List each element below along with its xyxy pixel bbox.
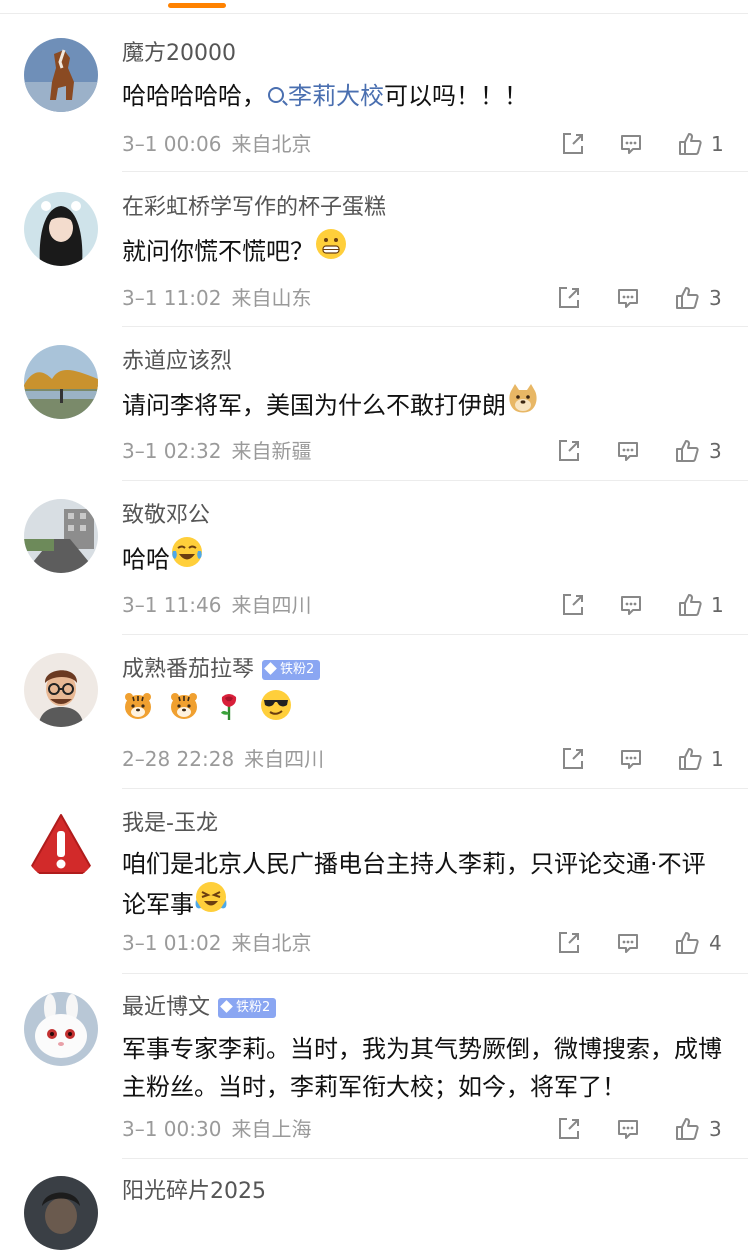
comment-icon[interactable] xyxy=(615,438,641,464)
dark-avatar[interactable] xyxy=(24,1176,98,1250)
warning-avatar[interactable] xyxy=(24,807,98,881)
username[interactable]: 阳光碎片2025 xyxy=(122,1178,266,1206)
username[interactable]: 魔方20000 xyxy=(122,40,236,68)
comment-text: 请问李将军，美国为什么不敢打伊朗 xyxy=(122,384,722,429)
like-count: 1 xyxy=(711,593,724,617)
diamond-icon xyxy=(264,662,277,675)
comment-meta: 3–1 11:46 来自四川 xyxy=(122,592,311,618)
search-icon xyxy=(268,87,284,103)
comment-location: 来自四川 xyxy=(231,593,312,617)
comment-text: 哈哈 xyxy=(122,535,722,583)
like-count: 3 xyxy=(709,439,722,463)
comment-icon[interactable] xyxy=(615,1116,641,1142)
like-icon[interactable] xyxy=(677,746,703,772)
white-rabbit-avatar[interactable] xyxy=(24,992,98,1066)
comment-meta: 3–1 11:02 来自山东 xyxy=(122,285,311,311)
comment-icon[interactable] xyxy=(615,285,641,311)
comment-icon[interactable] xyxy=(618,131,644,157)
like-icon[interactable] xyxy=(677,131,703,157)
comment-icon[interactable] xyxy=(618,592,644,618)
comment-meta: 3–1 00:30 来自上海 xyxy=(122,1116,311,1142)
comment-icon[interactable] xyxy=(615,930,641,956)
comment-location: 来自山东 xyxy=(231,286,312,310)
divider xyxy=(122,634,748,635)
comment-location: 来自北京 xyxy=(231,132,312,156)
tears-of-joy-emoji xyxy=(170,535,204,580)
like-icon[interactable] xyxy=(674,438,700,464)
comment-text: 咱们是北京人民广播电台主持人李莉，只评论交通·不评论军事 xyxy=(122,845,722,928)
divider xyxy=(122,326,748,327)
comment-location: 来自四川 xyxy=(244,747,325,771)
fan-badge: 铁粉2 xyxy=(218,998,277,1018)
username[interactable]: 成熟番茄拉琴 铁粉2 xyxy=(122,656,321,684)
username[interactable]: 赤道应该烈 xyxy=(122,348,232,376)
divider xyxy=(122,788,748,789)
comment-meta: 3–1 01:02 来自北京 xyxy=(122,930,311,956)
comment-location: 来自北京 xyxy=(231,931,312,955)
horse-avatar[interactable] xyxy=(24,38,98,112)
share-icon[interactable] xyxy=(556,930,582,956)
comment-time: 3–1 01:02 xyxy=(122,931,222,955)
divider xyxy=(122,973,748,974)
comment-meta: 2–28 22:28 来自四川 xyxy=(122,746,324,772)
grin-emoji xyxy=(314,227,348,272)
sunglasses-emoji xyxy=(259,688,293,733)
share-icon[interactable] xyxy=(560,592,586,618)
username[interactable]: 最近博文 铁粉2 xyxy=(122,994,277,1022)
username[interactable]: 致敬邓公 xyxy=(122,502,210,530)
comment-time: 3–1 02:32 xyxy=(122,439,222,463)
comment-text: 哈哈哈哈哈， 李莉大校可以吗！！！ xyxy=(122,82,528,110)
like-count: 3 xyxy=(709,286,722,310)
comment-time: 3–1 00:30 xyxy=(122,1117,222,1141)
tiger-emoji xyxy=(122,689,154,732)
share-icon[interactable] xyxy=(560,746,586,772)
cry-laugh-emoji xyxy=(194,880,228,925)
like-icon[interactable] xyxy=(674,930,700,956)
comment-meta: 3–1 00:06 来自北京 xyxy=(122,131,311,157)
comment-location: 来自上海 xyxy=(231,1117,312,1141)
diamond-icon xyxy=(220,1000,233,1013)
street-avatar[interactable] xyxy=(24,499,98,573)
divider xyxy=(122,171,748,172)
tiger-emoji xyxy=(168,689,200,732)
share-icon[interactable] xyxy=(556,438,582,464)
comment-location: 来自新疆 xyxy=(231,439,312,463)
like-icon[interactable] xyxy=(674,285,700,311)
comment-meta: 3–1 02:32 来自新疆 xyxy=(122,438,311,464)
username[interactable]: 在彩虹桥学写作的杯子蛋糕 xyxy=(122,194,386,222)
comment-text: 军事专家李莉。当时，我为其气势厥倒，微博搜索，成博主粉丝。当时，李莉军衔大校；如… xyxy=(122,1035,722,1101)
comment-time: 3–1 00:06 xyxy=(122,132,222,156)
divider xyxy=(122,480,748,481)
like-count: 1 xyxy=(711,747,724,771)
lakeside-trees-avatar[interactable] xyxy=(24,345,98,419)
share-icon[interactable] xyxy=(556,1116,582,1142)
fan-badge: 铁粉2 xyxy=(262,660,321,680)
like-icon[interactable] xyxy=(677,592,703,618)
comment-time: 2–28 22:28 xyxy=(122,747,235,771)
share-icon[interactable] xyxy=(556,285,582,311)
comment-text: 就问你慌不慌吧？ xyxy=(122,227,722,275)
doge-emoji xyxy=(506,381,540,426)
comment-time: 3–1 11:02 xyxy=(122,286,222,310)
like-icon[interactable] xyxy=(674,1116,700,1142)
comment-text xyxy=(122,688,722,736)
cartoon-man-avatar[interactable] xyxy=(24,653,98,727)
divider xyxy=(122,1158,748,1159)
rose-emoji xyxy=(213,689,245,732)
topic-link[interactable]: 李莉大校 xyxy=(266,82,384,110)
comment-icon[interactable] xyxy=(618,746,644,772)
anime-girl-avatar[interactable] xyxy=(24,192,98,266)
like-count: 1 xyxy=(711,132,724,156)
username[interactable]: 我是-玉龙 xyxy=(122,810,218,838)
share-icon[interactable] xyxy=(560,131,586,157)
comment-item: 魔方20000 哈哈哈哈哈， 李莉大校可以吗！！！ 3–1 00:06 来自北京 1 xyxy=(0,0,748,172)
like-count: 3 xyxy=(709,1117,722,1141)
comment-time: 3–1 11:46 xyxy=(122,593,222,617)
like-count: 4 xyxy=(709,931,722,955)
